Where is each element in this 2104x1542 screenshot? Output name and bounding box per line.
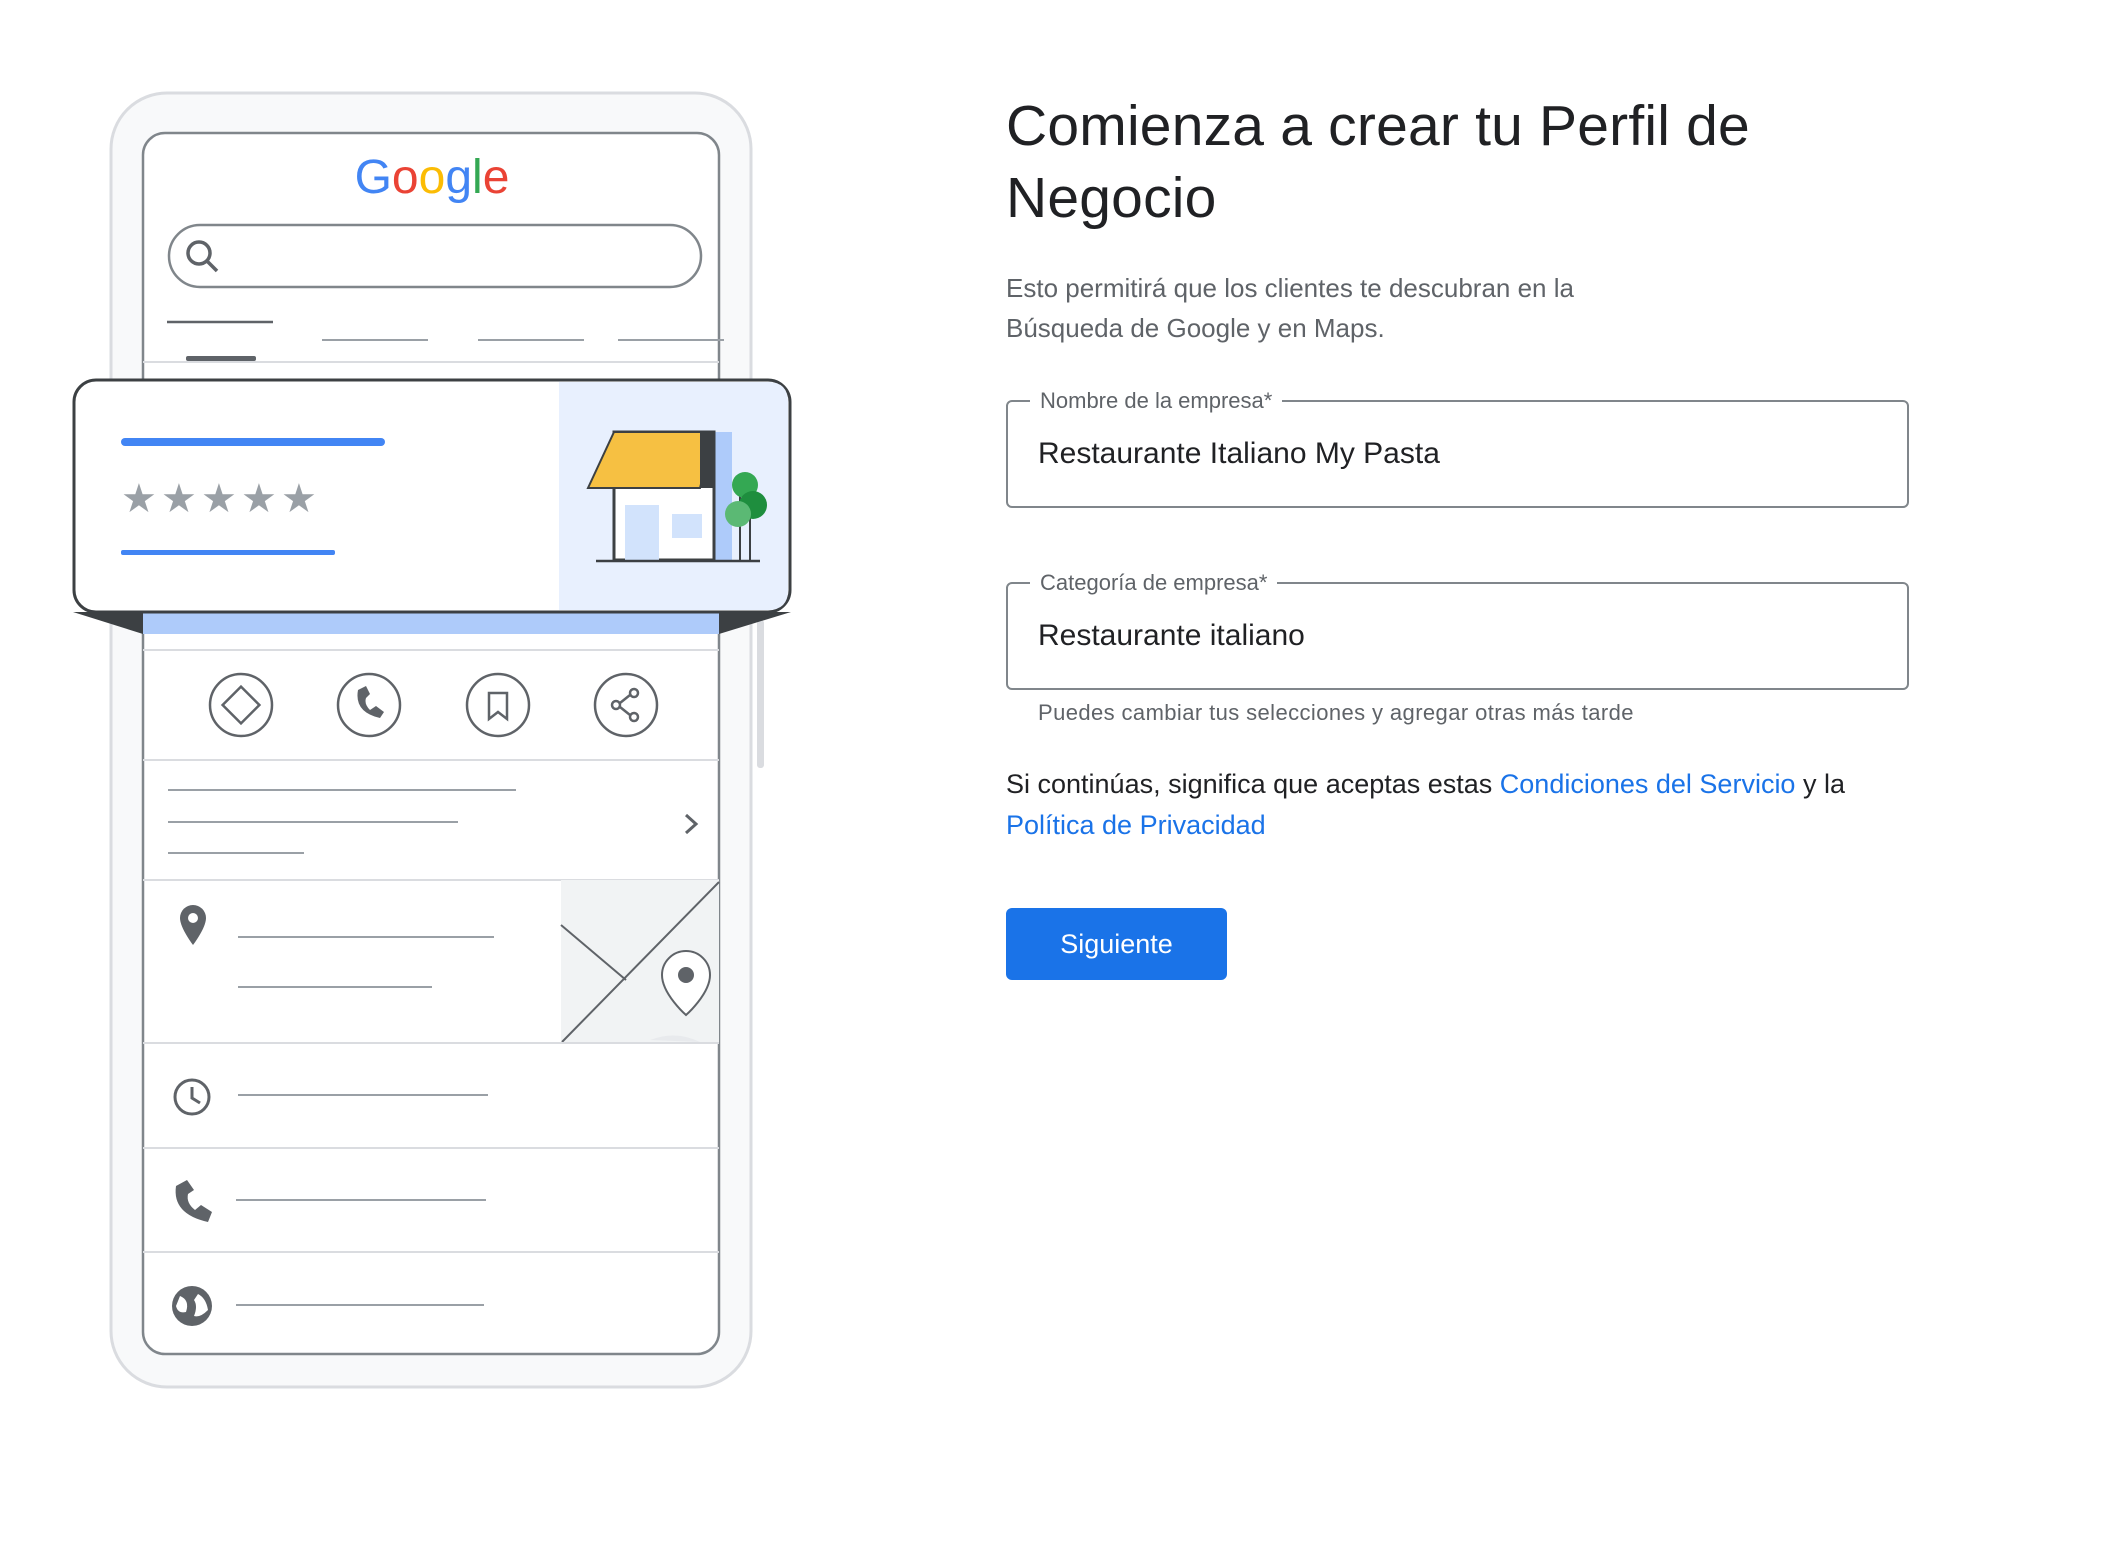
create-profile-form: Comienza a crear tu Perfil de Negocio Es… [1006, 90, 1936, 980]
business-category-input[interactable] [1038, 584, 1887, 688]
svg-text:★: ★ [281, 476, 317, 522]
globe-icon [172, 1286, 212, 1326]
svg-text:★: ★ [241, 476, 277, 522]
business-profile-illustration: Google ★ ★ ★ ★ ★ [72, 91, 792, 1389]
phone-scrollbar [757, 620, 764, 768]
business-card: ★ ★ ★ ★ ★ [72, 378, 792, 614]
business-name-input[interactable] [1038, 402, 1887, 506]
business-category-field[interactable]: Categoría de empresa* [1006, 569, 1909, 690]
google-logo: Google [355, 151, 510, 204]
business-name-field[interactable]: Nombre de la empresa* [1006, 387, 1909, 508]
search-bar [167, 223, 703, 289]
map-thumbnail [560, 880, 720, 1043]
phone-screen [141, 131, 721, 1356]
card-blue-band [143, 610, 719, 634]
privacy-policy-link[interactable]: Política de Privacidad [1006, 810, 1266, 840]
terms-prefix: Si continúas, significa que aceptas esta… [1006, 769, 1500, 799]
terms-of-service-link[interactable]: Condiciones del Servicio [1500, 769, 1796, 799]
page-subtitle: Esto permitirá que los clientes te descu… [1006, 273, 1574, 343]
svg-text:★: ★ [121, 476, 157, 522]
terms-text: Si continúas, significa que aceptas esta… [1006, 764, 1936, 846]
svg-text:★: ★ [201, 476, 237, 522]
next-button[interactable]: Siguiente [1006, 908, 1227, 980]
category-helper-text: Puedes cambiar tus selecciones y agregar… [1038, 700, 1634, 725]
page-title: Comienza a crear tu Perfil de Negocio [1006, 94, 1750, 230]
rating-stars: ★ ★ ★ ★ ★ [121, 476, 317, 522]
terms-middle: y la [1795, 769, 1845, 799]
svg-text:★: ★ [161, 476, 197, 522]
